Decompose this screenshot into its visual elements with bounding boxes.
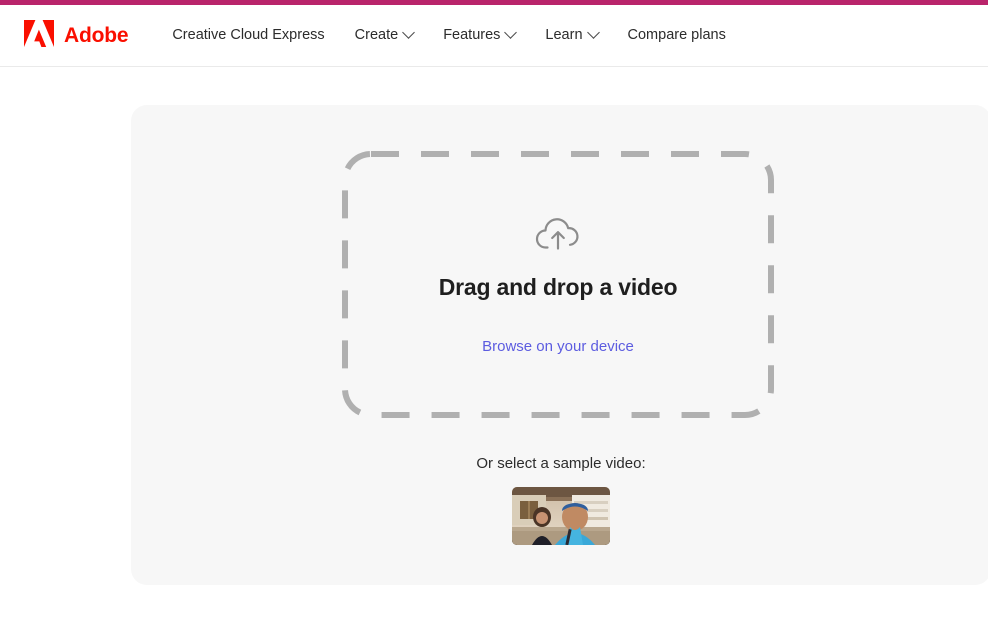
chevron-down-icon (402, 26, 416, 39)
browse-device-link[interactable]: Browse on your device (482, 339, 634, 354)
cloud-upload-icon (535, 216, 581, 252)
nav-item-creative-cloud-express[interactable]: Creative Cloud Express (172, 28, 324, 43)
chevron-down-icon (586, 26, 600, 39)
adobe-logo-icon (24, 19, 54, 52)
nav-item-features[interactable]: Features (443, 26, 518, 44)
main-navigation: Creative Cloud Express Create Features L… (172, 26, 726, 44)
nav-item-create[interactable]: Create (354, 26, 416, 44)
adobe-wordmark: Adobe (64, 24, 129, 47)
sample-video-label: Or select a sample video: (476, 455, 646, 472)
site-header: Adobe Creative Cloud Express Create Feat… (0, 5, 988, 67)
nav-item-compare-plans[interactable]: Compare plans (628, 28, 726, 43)
dropzone-title: Drag and drop a video (438, 273, 678, 300)
nav-label: Compare plans (627, 27, 726, 44)
nav-label: Features (443, 27, 501, 44)
chevron-down-icon (504, 26, 518, 39)
adobe-brand-logo[interactable]: Adobe (24, 19, 129, 52)
main-content: Drag and drop a video Browse on your dev… (0, 67, 988, 644)
sample-video-thumbnail[interactable] (512, 487, 610, 545)
nav-label: Creative Cloud Express (172, 27, 325, 44)
video-dropzone[interactable]: Drag and drop a video Browse on your dev… (342, 151, 774, 418)
nav-label: Learn (545, 27, 583, 44)
thumbnail-image (512, 487, 610, 545)
upload-card: Drag and drop a video Browse on your dev… (131, 105, 988, 585)
nav-item-learn[interactable]: Learn (545, 26, 600, 44)
nav-label: Create (354, 27, 399, 44)
